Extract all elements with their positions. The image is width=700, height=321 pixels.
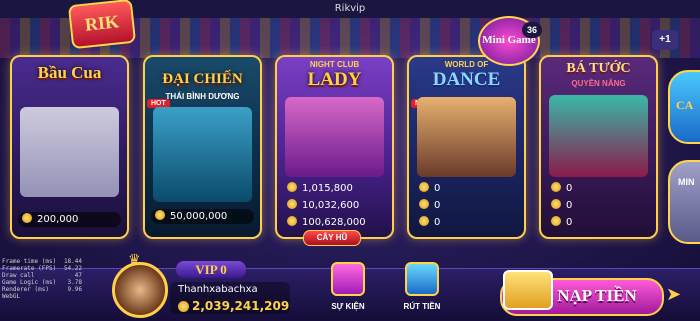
withdraw-label: RÚT TIỀN — [403, 302, 441, 311]
debug-stats-panel: Frame time (ms) 18.44 Framerate (FPS) 54.2… — [2, 258, 82, 300]
game-title: ĐẠI CHIẾN — [162, 71, 243, 87]
jackpot-row: 10,032,600 — [283, 199, 386, 213]
jackpot-row: 50,000,000 — [151, 209, 254, 224]
withdraw-button[interactable]: RÚT TIỀN — [392, 262, 452, 311]
jackpot-value: 0 — [434, 200, 441, 211]
jackpot-row: 0 — [547, 216, 650, 230]
jackpot-value: 200,000 — [37, 214, 79, 225]
game-tile-night-club-lady[interactable]: NIGHT CLUB LADY 1,015,800 10,032,600 100… — [275, 55, 394, 239]
jackpot-value: 0 — [566, 217, 573, 228]
jackpot-row: 200,000 — [18, 212, 121, 227]
godzilla-artwork — [153, 107, 252, 202]
gift-box-icon — [331, 262, 365, 296]
coin-icon — [551, 182, 561, 192]
jackpot-row: 0 — [415, 216, 518, 230]
jackpot-row: 100,628,000 — [283, 216, 386, 230]
coin-icon — [419, 216, 429, 226]
coin-icon — [551, 216, 561, 226]
game-title: LADY — [307, 69, 362, 90]
game-pretitle: NIGHT CLUB — [309, 60, 360, 69]
stat-row: Draw call 47 — [2, 272, 82, 279]
game-title: BÁ TƯỚC — [566, 61, 631, 76]
stat-row: Renderer (ms) 9.96 — [2, 286, 82, 293]
stat-row: WebGL — [2, 293, 21, 300]
game-tile-world-of-dance[interactable]: WORLD OF DANCE NEW 0 0 0 — [407, 55, 526, 239]
jackpot-value: 50,000,000 — [170, 211, 228, 222]
jackpot-value: 1,015,800 — [302, 183, 353, 194]
side-mini-tile[interactable]: MIN — [668, 160, 700, 244]
game-tile-ba-tuoc[interactable]: BÁ TƯỚC QUYỀN NĂNG 0 0 0 — [539, 55, 658, 239]
jackpot-tree-button[interactable]: CÂY HŨ — [303, 230, 361, 246]
rikvip-logo[interactable]: RIK — [67, 0, 137, 50]
jackpot-value: 0 — [566, 200, 573, 211]
vip-level[interactable]: VIP 0 — [176, 261, 246, 278]
jackpot-value: 0 — [434, 217, 441, 228]
chevron-right-icon[interactable]: ➤ — [666, 284, 681, 305]
coin-icon — [155, 210, 165, 220]
coin-icon — [287, 199, 297, 209]
game-title: DANCE — [432, 69, 501, 90]
avatar[interactable] — [112, 262, 168, 318]
jackpot-row: 1,015,800 — [283, 182, 386, 196]
phone-coin-icon — [405, 262, 439, 296]
jackpot-value: 0 — [434, 183, 441, 194]
game-title: Bầu Cua — [37, 63, 102, 82]
coin-icon — [419, 199, 429, 209]
window-title: Rikvip — [334, 3, 366, 14]
stat-row: Game Logic (ms) 3.78 — [2, 279, 82, 286]
balance: 2,039,241,209 — [178, 299, 289, 313]
jackpot-value: 10,032,600 — [302, 200, 360, 211]
shopping-cart-icon — [503, 270, 553, 310]
coin-icon — [287, 216, 297, 226]
jackpot-row: 0 — [415, 182, 518, 196]
game-tile-bau-cua[interactable]: Bầu Cua 200,000 — [10, 55, 129, 239]
dancer-artwork — [417, 97, 516, 177]
username: Thanhxabachxa — [178, 284, 258, 295]
dancer-artwork — [285, 97, 384, 177]
jackpot-row: 0 — [547, 182, 650, 196]
game-subtitle: QUYỀN NĂNG — [571, 79, 626, 88]
coin-icon — [419, 182, 429, 192]
event-label: SỰ KIỆN — [331, 302, 365, 311]
plus-one-button[interactable]: +1 — [652, 30, 678, 50]
coin-icon — [287, 182, 297, 192]
dice-artwork — [20, 107, 119, 197]
jackpot-value: 0 — [566, 183, 573, 194]
coin-icon — [551, 199, 561, 209]
game-tile-dai-chien[interactable]: ĐẠI CHIẾN THÁI BÌNH DƯƠNG HOT 50,000,000 — [143, 55, 262, 239]
jackpot-value: 100,628,000 — [302, 217, 366, 228]
coin-icon — [178, 301, 189, 312]
balance-value: 2,039,241,209 — [192, 299, 290, 313]
stat-row: Frame time (ms) 18.44 — [2, 258, 82, 265]
vampire-artwork — [549, 95, 648, 177]
coin-icon — [22, 213, 32, 223]
event-button[interactable]: SỰ KIỆN — [318, 262, 378, 311]
jackpot-row: 0 — [415, 199, 518, 213]
stat-row: Framerate (FPS) 54.22 — [2, 265, 82, 272]
jackpot-row: 0 — [547, 199, 650, 213]
minigame-count-badge: 36 — [522, 22, 542, 38]
side-game-tile[interactable]: CA — [668, 70, 700, 144]
